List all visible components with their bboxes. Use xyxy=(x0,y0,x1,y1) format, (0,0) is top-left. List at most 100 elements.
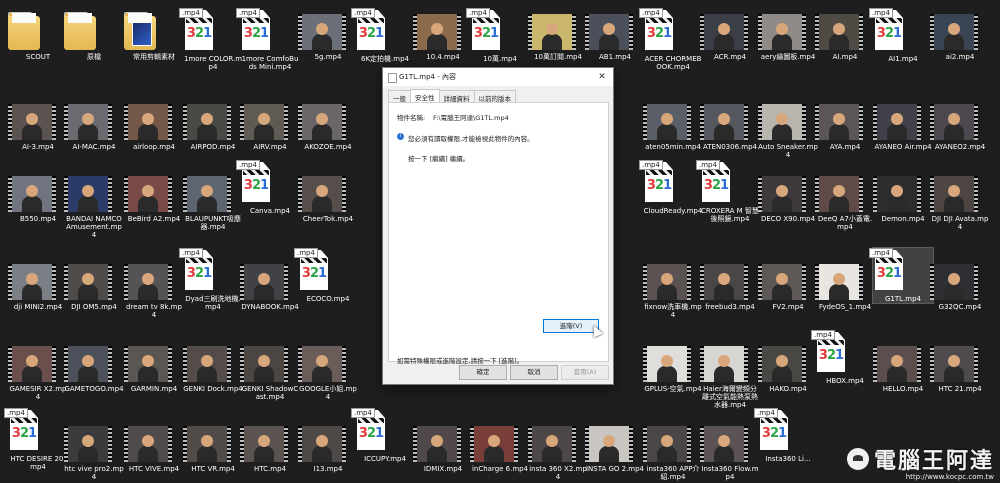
mpc-video-file-icon: 321 .mp4 xyxy=(869,8,933,52)
desktop-file-item[interactable]: HAKO.mp4 xyxy=(758,340,818,393)
desktop-file-item[interactable]: HTC VIVE.mp4 xyxy=(124,420,184,473)
desktop-file-item[interactable]: Haier海爾變頻分離式空氣能熱泵熱水器.mp4 xyxy=(700,340,760,409)
desktop-file-item[interactable]: AIRV.mp4 xyxy=(240,98,300,151)
desktop-file-item[interactable]: 原檔 xyxy=(64,8,124,61)
desktop-file-item[interactable]: HTC 21.mp4 xyxy=(930,340,990,393)
desktop-file-item[interactable]: FV2.mp4 xyxy=(758,258,818,311)
desktop-file-item[interactable]: GARMIN.mp4 xyxy=(124,340,184,393)
desktop-file-item[interactable]: INSTA GO 2.mp4 xyxy=(585,420,645,473)
desktop-file-item[interactable]: ATEN0306.mp4 xyxy=(700,98,760,151)
mpc-video-file-icon: 321 .mp4 xyxy=(869,248,933,292)
desktop-file-item[interactable]: AIRPOD.mp4 xyxy=(183,98,243,151)
desktop-file-item[interactable]: airloop.mp4 xyxy=(124,98,184,151)
desktop-file-item[interactable]: IDMIX.mp4 xyxy=(413,420,473,473)
dialog-titlebar[interactable]: G1TL.mp4 - 內容 ✕ xyxy=(383,68,613,86)
desktop-file-item[interactable]: 321 .mp4 1more ComfoBuds Mini.mp4 xyxy=(236,8,300,71)
desktop-file-item[interactable]: 321 .mp4 CloudReady.mp4 xyxy=(639,160,703,215)
desktop-file-item[interactable]: DECO X90.mp4 xyxy=(758,170,818,223)
file-label: SCOUT xyxy=(25,53,51,61)
ok-button[interactable]: 確定 xyxy=(459,365,507,380)
desktop-file-item[interactable]: FydeOS_1.mp4 xyxy=(815,258,875,311)
desktop-file-item[interactable]: 321 .mp4 AI1.mp4 xyxy=(869,8,933,63)
desktop-file-item[interactable]: Demon.mp4 xyxy=(873,170,933,223)
desktop-file-item[interactable]: G32QC.mp4 xyxy=(930,258,990,311)
desktop-file-item[interactable]: 321 .mp4 6K定拍機.mp4 xyxy=(351,8,415,63)
mpc-video-file-icon: 321 .mp4 xyxy=(236,160,300,204)
file-label: freebud3.mp4 xyxy=(705,303,755,311)
desktop-file-item[interactable]: insta 360 X2.mp4 xyxy=(528,420,588,481)
desktop-file-item[interactable]: 常用剪輯素材 xyxy=(124,8,184,61)
close-button[interactable]: ✕ xyxy=(595,70,609,84)
desktop-file-item[interactable]: GENKI Dock.mp4 xyxy=(183,340,243,393)
desktop-file-item[interactable]: 321 .mp4 CROXERA M 智慧後照鏡.mp4 xyxy=(696,160,760,223)
desktop-file-item[interactable]: AI-3.mp4 xyxy=(8,98,68,151)
info-icon: i xyxy=(397,133,404,140)
video-thumbnail-icon xyxy=(815,14,875,50)
desktop-file-item[interactable]: fixnow洗車機.mp4 xyxy=(643,258,703,319)
desktop-file-item[interactable]: 321 .mp4 G1TL.mp4 xyxy=(869,247,934,304)
desktop-file-item[interactable]: Auto Sneaker.mp4 xyxy=(758,98,818,159)
desktop-file-item[interactable]: 321 .mp4 Dyad三刷洗地機.mp4 xyxy=(179,248,243,311)
desktop-file-item[interactable]: BLAUPUNKT吸塵器.mp4 xyxy=(183,170,243,231)
video-thumbnail-icon xyxy=(64,104,124,140)
desktop-file-item[interactable]: 5g.mp4 xyxy=(298,8,358,61)
desktop-file-item[interactable]: AB1.mp4 xyxy=(585,8,645,61)
desktop-file-item[interactable]: 321 .mp4 ICCUPY.mp4 xyxy=(351,408,415,463)
video-thumbnail-icon xyxy=(930,346,990,382)
desktop-file-item[interactable]: HELLO.mp4 xyxy=(873,340,933,393)
desktop-file-item[interactable]: freebud3.mp4 xyxy=(700,258,760,311)
desktop-file-item[interactable]: ai2.mp4 xyxy=(930,8,990,61)
desktop-file-item[interactable]: HTC.mp4 xyxy=(240,420,300,473)
desktop-file-item[interactable]: AYANEO Air.mp4 xyxy=(873,98,933,151)
desktop-file-item[interactable]: BANDAI NAMCO Amusement.mp4 xyxy=(64,170,124,239)
desktop-file-item[interactable]: SCOUT xyxy=(8,8,68,61)
desktop-file-item[interactable]: AKOZOE.mp4 xyxy=(298,98,358,151)
desktop-file-item[interactable]: inCharge 6.mp4 xyxy=(470,420,530,473)
desktop-file-item[interactable]: AYA.mp4 xyxy=(815,98,875,151)
desktop-file-item[interactable]: aery繪圖板.mp4 xyxy=(758,8,818,61)
desktop-file-item[interactable]: Insta360 Flow.mp4 xyxy=(700,420,760,481)
desktop-file-item[interactable]: 321 .mp4 HTC DESIRE 20.mp4 xyxy=(4,408,68,471)
desktop-file-item[interactable]: 10.4.mp4 xyxy=(413,8,473,61)
desktop-file-item[interactable]: 321 .mp4 ACER CHORMEBOOK.mp4 xyxy=(639,8,703,71)
desktop-file-item[interactable]: 321 .mp4 HBOX.mp4 xyxy=(811,330,875,385)
desktop-file-item[interactable]: DYNABOOK.mp4 xyxy=(240,258,300,311)
apply-button[interactable]: 套用(A) xyxy=(561,365,609,380)
video-thumbnail-icon xyxy=(700,346,760,382)
desktop-file-item[interactable]: ACR.mp4 xyxy=(700,8,760,61)
desktop-file-item[interactable]: dream tv 8k.mp4 xyxy=(124,258,184,319)
file-label: B550.mp4 xyxy=(19,215,57,223)
desktop-file-item[interactable]: dji MINI2.mp4 xyxy=(8,258,68,311)
desktop-file-item[interactable]: DeeQ A7小蓋電.mp4 xyxy=(815,170,875,231)
desktop-file-item[interactable]: B550.mp4 xyxy=(8,170,68,223)
desktop-file-item[interactable]: DJI DJI Avata.mp4 xyxy=(930,170,990,231)
desktop-file-item[interactable]: 10萬訂閱.mp4 xyxy=(528,8,588,61)
cancel-button[interactable]: 取消 xyxy=(510,365,558,380)
desktop-file-item[interactable]: GOOGLE小姐.mp4 xyxy=(298,340,358,401)
file-label: Canva.mp4 xyxy=(250,207,290,215)
desktop-file-item[interactable]: htc vive pro2.mp4 xyxy=(64,420,124,481)
desktop-file-item[interactable]: AYANEO2.mp4 xyxy=(930,98,990,151)
desktop-file-item[interactable]: CheerTok.mp4 xyxy=(298,170,358,223)
desktop-file-item[interactable]: GAMESIR X2.mp4 xyxy=(8,340,68,401)
file-label: HTC.mp4 xyxy=(254,465,286,473)
desktop-file-item[interactable]: aten05min.mp4 xyxy=(643,98,703,151)
file-label: 10萬訂閱.mp4 xyxy=(534,53,582,61)
desktop-file-item[interactable]: 321 .mp4 ECOCO.mp4 xyxy=(294,248,358,303)
desktop-file-item[interactable]: 321 .mp4 Insta360 Li... xyxy=(754,408,818,463)
desktop-file-item[interactable]: AI.mp4 xyxy=(815,8,875,61)
tab-security[interactable]: 安全性 xyxy=(410,89,440,103)
desktop-file-item[interactable]: BeBird A2.mp4 xyxy=(124,170,184,223)
file-label: INSTA GO 2.mp4 xyxy=(585,465,645,473)
desktop-file-item[interactable]: GPLUS-空氣.mp4 xyxy=(643,340,703,393)
desktop-file-item[interactable]: AI-MAC.mp4 xyxy=(64,98,124,151)
desktop-file-item[interactable]: 321 .mp4 1more COLOR.mp4 xyxy=(179,8,243,71)
desktop-file-item[interactable]: 321 .mp4 10萬.mp4 xyxy=(466,8,530,63)
desktop-file-item[interactable]: I13.mp4 xyxy=(298,420,358,473)
desktop-file-item[interactable]: DJI OM5.mp4 xyxy=(64,258,124,311)
desktop-file-item[interactable]: GAMETOGO.mp4 xyxy=(64,340,124,393)
desktop-file-item[interactable]: HTC VR.mp4 xyxy=(183,420,243,473)
desktop-file-item[interactable]: 321 .mp4 Canva.mp4 xyxy=(236,160,300,215)
desktop-file-item[interactable]: insta360 APP介紹.mp4 xyxy=(643,420,703,481)
desktop-file-item[interactable]: GENKI ShadowCast.mp4 xyxy=(240,340,300,401)
